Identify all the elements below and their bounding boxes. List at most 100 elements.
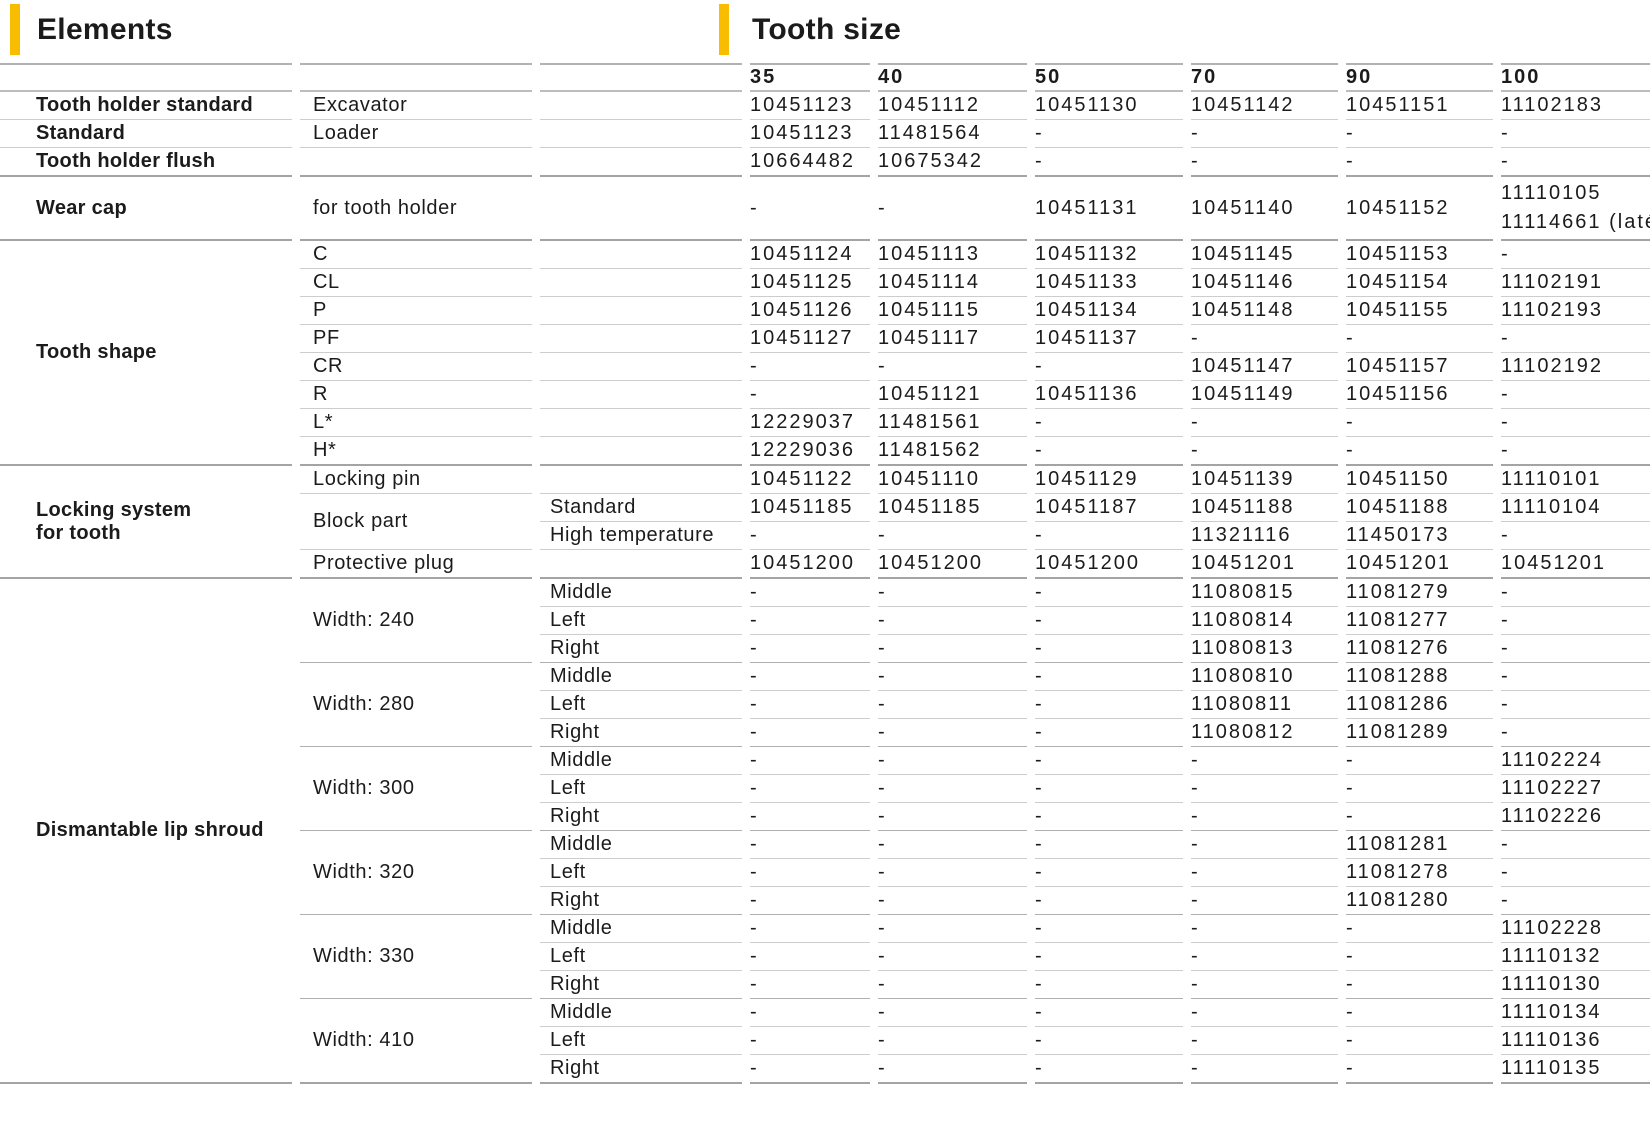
accent-bar-tooth-size — [719, 4, 729, 55]
part-number-cell: 11080813 — [1191, 635, 1338, 663]
spacer-cell — [540, 381, 742, 409]
part-number-cell: 10451115 — [878, 297, 1027, 325]
part-number-cell: 11102224 — [1501, 747, 1650, 775]
item-label: PF — [300, 325, 532, 353]
item-label: for tooth holder — [300, 177, 532, 241]
part-number-cell: - — [750, 1055, 870, 1084]
part-number-cell: 10451145 — [1191, 241, 1338, 269]
table-row: StandardLoader1045112311481564---- — [0, 120, 1650, 148]
spacer-cell — [540, 120, 742, 148]
variant-label: Left — [540, 943, 742, 971]
variant-label: Left — [540, 775, 742, 803]
group-label: Tooth holder standard — [0, 92, 292, 120]
part-number-cell: 11102226 — [1501, 803, 1650, 831]
part-number-cell: 10451188 — [1191, 494, 1338, 522]
part-number-cell: 11102191 — [1501, 269, 1650, 297]
part-number-cell: 10451110 — [878, 466, 1027, 494]
variant-label: Middle — [540, 663, 742, 691]
table-row: Locking system for toothLocking pin10451… — [0, 466, 1650, 494]
group-label: Standard — [0, 120, 292, 148]
part-number-cell: - — [1191, 915, 1338, 943]
part-number-cell: - — [750, 803, 870, 831]
part-number-cell: - — [750, 177, 870, 241]
part-number-cell: - — [1346, 325, 1493, 353]
part-number-cell: - — [1346, 120, 1493, 148]
part-number-cell: - — [878, 579, 1027, 607]
part-number-cell: 10451201 — [1501, 550, 1650, 579]
part-number-cell: - — [1501, 241, 1650, 269]
parts-table: 3540507090100Tooth holder standardExcava… — [0, 63, 1650, 1084]
item-label: L* — [300, 409, 532, 437]
part-number-cell: 11110132 — [1501, 943, 1650, 971]
part-number-cell: 11481562 — [878, 437, 1027, 466]
part-number-cell: - — [750, 579, 870, 607]
part-number-cell: 10451132 — [1035, 241, 1183, 269]
spacer-cell — [540, 466, 742, 494]
item-label: Locking pin — [300, 466, 532, 494]
title-band: Elements Tooth size — [0, 0, 1650, 63]
part-number-cell: - — [1501, 409, 1650, 437]
spacer-cell — [540, 92, 742, 120]
part-number-cell: - — [878, 635, 1027, 663]
variant-label: Middle — [540, 831, 742, 859]
part-number-cell: - — [1191, 1027, 1338, 1055]
variant-label: Left — [540, 607, 742, 635]
part-number-cell: 10451142 — [1191, 92, 1338, 120]
group-label: Wear cap — [0, 177, 292, 241]
table-row: Wear capfor tooth holder--10451131104511… — [0, 177, 1650, 241]
part-number-cell: 11450173 — [1346, 522, 1493, 550]
part-number-cell: 10451131 — [1035, 177, 1183, 241]
part-number-cell: - — [1346, 437, 1493, 466]
part-number-cell: 10451201 — [1346, 550, 1493, 579]
variant-label: Left — [540, 859, 742, 887]
part-number-cell: - — [750, 635, 870, 663]
part-number-cell: - — [1346, 999, 1493, 1027]
part-number-cell: - — [878, 607, 1027, 635]
part-number-cell: 10451125 — [750, 269, 870, 297]
part-number-cell: - — [1191, 887, 1338, 915]
part-number-cell: - — [1346, 803, 1493, 831]
part-number-cell: - — [1501, 635, 1650, 663]
part-number-cell: - — [750, 353, 870, 381]
part-number-cell: 12229036 — [750, 437, 870, 466]
part-number-cell: - — [750, 607, 870, 635]
part-number-cell: - — [1035, 663, 1183, 691]
spacer-cell — [540, 437, 742, 466]
item-label: R — [300, 381, 532, 409]
column-header-spacer — [540, 63, 742, 92]
part-number-cell: - — [750, 859, 870, 887]
part-number-cell: 10451112 — [878, 92, 1027, 120]
part-number-cell: - — [1346, 971, 1493, 999]
catalog-page: Elements Tooth size 3540507090100Tooth h… — [0, 0, 1650, 1131]
part-number-cell: - — [750, 719, 870, 747]
part-number-cell: 10451126 — [750, 297, 870, 325]
part-number-cell: 10451152 — [1346, 177, 1493, 241]
spacer-cell — [540, 297, 742, 325]
part-number-cell: - — [750, 381, 870, 409]
part-number-cell: - — [1501, 148, 1650, 177]
item-label: C — [300, 241, 532, 269]
part-number-cell: 11102193 — [1501, 297, 1650, 325]
part-number-cell: 10451122 — [750, 466, 870, 494]
part-number-cell: - — [1035, 775, 1183, 803]
part-number-cell: 11110130 — [1501, 971, 1650, 999]
part-number-cell: - — [750, 522, 870, 550]
part-number-cell: 11081276 — [1346, 635, 1493, 663]
part-number-cell: - — [1501, 120, 1650, 148]
item-label: Width: 300 — [300, 747, 532, 831]
part-number-cell: 10451200 — [750, 550, 870, 579]
part-number-cell: 11102227 — [1501, 775, 1650, 803]
part-number-cell: - — [1191, 747, 1338, 775]
item-label: Protective plug — [300, 550, 532, 579]
accent-bar-elements — [10, 4, 20, 55]
spacer-cell — [540, 269, 742, 297]
part-number-cell: - — [1035, 635, 1183, 663]
part-number-cell: - — [1501, 691, 1650, 719]
part-number-cell: - — [1501, 719, 1650, 747]
part-number-cell: - — [1346, 943, 1493, 971]
part-number-cell: - — [1501, 381, 1650, 409]
part-number-cell: - — [1191, 999, 1338, 1027]
part-number-cell: - — [1191, 943, 1338, 971]
variant-label: Middle — [540, 747, 742, 775]
part-number-cell: 12229037 — [750, 409, 870, 437]
